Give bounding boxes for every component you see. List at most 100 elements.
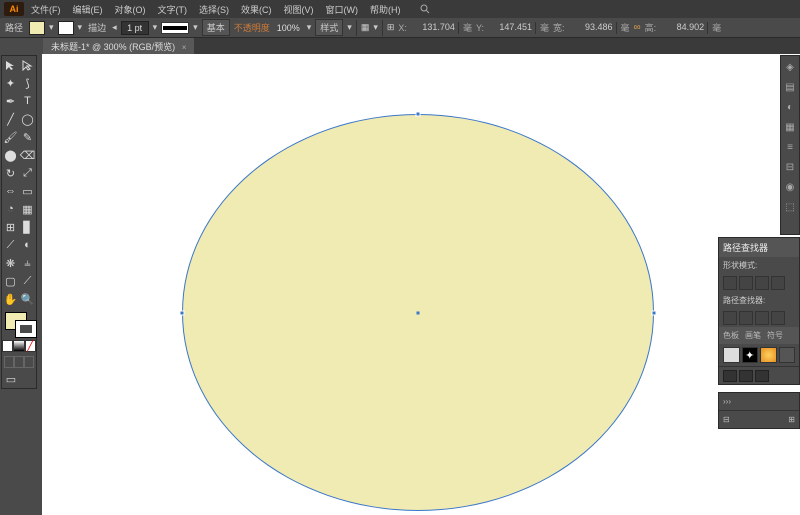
menu-help[interactable]: 帮助(H): [365, 2, 406, 17]
width-value[interactable]: 93.486: [569, 22, 617, 34]
stepper-down-icon[interactable]: ◂: [112, 22, 117, 33]
panel-footer-icon[interactable]: [755, 370, 769, 382]
chevron-down-icon[interactable]: ▾: [153, 22, 158, 33]
color-mode-solid[interactable]: [2, 340, 13, 352]
slice-tool[interactable]: ⟋: [19, 272, 36, 290]
merge-icon[interactable]: [755, 311, 769, 325]
chevron-down-icon[interactable]: ▾: [78, 22, 83, 33]
panel-footer-icon[interactable]: [739, 370, 753, 382]
menu-edit[interactable]: 编辑(E): [68, 2, 108, 17]
chevron-down-icon[interactable]: ▾: [373, 22, 378, 33]
crop-icon[interactable]: [771, 311, 785, 325]
close-icon[interactable]: ×: [182, 43, 187, 52]
swatches-tab[interactable]: 色板: [723, 330, 739, 341]
gradient-tool[interactable]: ▊: [19, 218, 36, 236]
swatch-item[interactable]: [723, 347, 740, 363]
graph-tool[interactable]: ⫨: [19, 254, 36, 272]
chevron-down-icon[interactable]: ▾: [307, 22, 312, 33]
artboard-tool[interactable]: ▢: [2, 272, 19, 290]
symbol-sprayer-tool[interactable]: ❋: [2, 254, 19, 272]
height-value[interactable]: 84.902: [660, 22, 708, 34]
menu-type[interactable]: 文字(T): [153, 2, 193, 17]
canvas[interactable]: [42, 54, 800, 515]
color-mode-gradient[interactable]: [13, 340, 24, 352]
stroke-profile[interactable]: [161, 22, 189, 34]
swatch-item[interactable]: [779, 347, 796, 363]
panel-icon[interactable]: ◐: [781, 98, 799, 116]
minus-front-icon[interactable]: [739, 276, 753, 290]
anchor-left[interactable]: [180, 311, 185, 316]
pencil-tool[interactable]: ✎: [19, 128, 36, 146]
perspective-tool[interactable]: ▦: [19, 200, 36, 218]
selection-tool[interactable]: [2, 56, 19, 74]
document-tab[interactable]: 未标题-1* @ 300% (RGB/预览) ×: [43, 38, 194, 55]
swatch-item[interactable]: [760, 347, 777, 363]
blend-tool[interactable]: ◐: [19, 236, 36, 254]
panel-icon[interactable]: ⬚: [781, 198, 799, 216]
trim-icon[interactable]: [739, 311, 753, 325]
menu-file[interactable]: 文件(F): [26, 2, 66, 17]
panel-icon[interactable]: ⊟: [781, 158, 799, 176]
fill-swatch[interactable]: [29, 21, 45, 35]
free-transform-tool[interactable]: ▭: [19, 182, 36, 200]
y-value[interactable]: 147.451: [488, 22, 536, 34]
search-icon[interactable]: [418, 2, 432, 16]
menu-select[interactable]: 选择(S): [194, 2, 234, 17]
intersect-icon[interactable]: [755, 276, 769, 290]
link-icon[interactable]: ∞: [634, 22, 641, 33]
color-mode-none[interactable]: ╱: [25, 340, 36, 352]
magic-wand-tool[interactable]: ✦: [2, 74, 19, 92]
anchor-center[interactable]: [417, 312, 420, 315]
chevron-down-icon[interactable]: ▾: [49, 22, 54, 33]
panel-footer-icon[interactable]: ⊟: [723, 415, 730, 424]
eraser-tool[interactable]: ⌫: [19, 146, 36, 164]
anchor-right[interactable]: [652, 311, 657, 316]
draw-normal[interactable]: [4, 356, 14, 368]
menu-effect[interactable]: 效果(C): [236, 2, 277, 17]
transform-icon[interactable]: ⊞: [387, 22, 395, 33]
draw-behind[interactable]: [14, 356, 24, 368]
width-tool[interactable]: ⇔: [2, 182, 19, 200]
panel-footer-icon[interactable]: ⊞: [788, 415, 795, 424]
eyedropper-tool[interactable]: ⟋: [2, 236, 19, 254]
panel-icon[interactable]: ◈: [781, 58, 799, 76]
panel-icon[interactable]: ▤: [781, 78, 799, 96]
menu-object[interactable]: 对象(O): [110, 2, 151, 17]
hand-tool[interactable]: ✋: [2, 290, 19, 308]
pen-tool[interactable]: ✒: [2, 92, 19, 110]
swatch-item[interactable]: ✦: [742, 347, 759, 363]
panel-icon[interactable]: ▦: [781, 118, 799, 136]
draw-inside[interactable]: [24, 356, 34, 368]
profile-preset[interactable]: 基本: [202, 19, 230, 36]
type-tool[interactable]: T: [19, 92, 36, 110]
scale-tool[interactable]: ⤢: [19, 164, 36, 182]
opacity-value[interactable]: 100%: [274, 23, 303, 33]
chevron-down-icon[interactable]: ▾: [347, 22, 352, 33]
unite-icon[interactable]: [723, 276, 737, 290]
anchor-top[interactable]: [416, 112, 421, 117]
divide-icon[interactable]: [723, 311, 737, 325]
shape-builder-tool[interactable]: ◔: [2, 200, 19, 218]
direct-selection-tool[interactable]: [19, 56, 36, 74]
rotate-tool[interactable]: ↻: [2, 164, 19, 182]
panel-footer-icon[interactable]: [723, 370, 737, 382]
brushes-tab[interactable]: 画笔: [745, 330, 761, 341]
expand-icon[interactable]: ›››: [723, 397, 731, 406]
menu-window[interactable]: 窗口(W): [321, 2, 364, 17]
menu-view[interactable]: 视图(V): [279, 2, 319, 17]
blob-brush-tool[interactable]: ⬤: [2, 146, 19, 164]
ellipse-tool[interactable]: ◯: [19, 110, 36, 128]
symbols-tab[interactable]: 符号: [767, 330, 783, 341]
panel-icon[interactable]: ◉: [781, 178, 799, 196]
style-dropdown[interactable]: 样式: [315, 19, 343, 36]
stroke-swatch[interactable]: [58, 21, 74, 35]
mesh-tool[interactable]: ⊞: [2, 218, 19, 236]
stroke-weight-input[interactable]: [121, 21, 149, 35]
zoom-tool[interactable]: 🔍: [19, 290, 36, 308]
x-value[interactable]: 131.704: [411, 22, 459, 34]
line-tool[interactable]: ╱: [2, 110, 19, 128]
paintbrush-tool[interactable]: 🖌: [2, 128, 19, 146]
exclude-icon[interactable]: [771, 276, 785, 290]
screen-mode[interactable]: ▭: [2, 370, 20, 388]
align-icon[interactable]: ▦: [361, 22, 370, 33]
